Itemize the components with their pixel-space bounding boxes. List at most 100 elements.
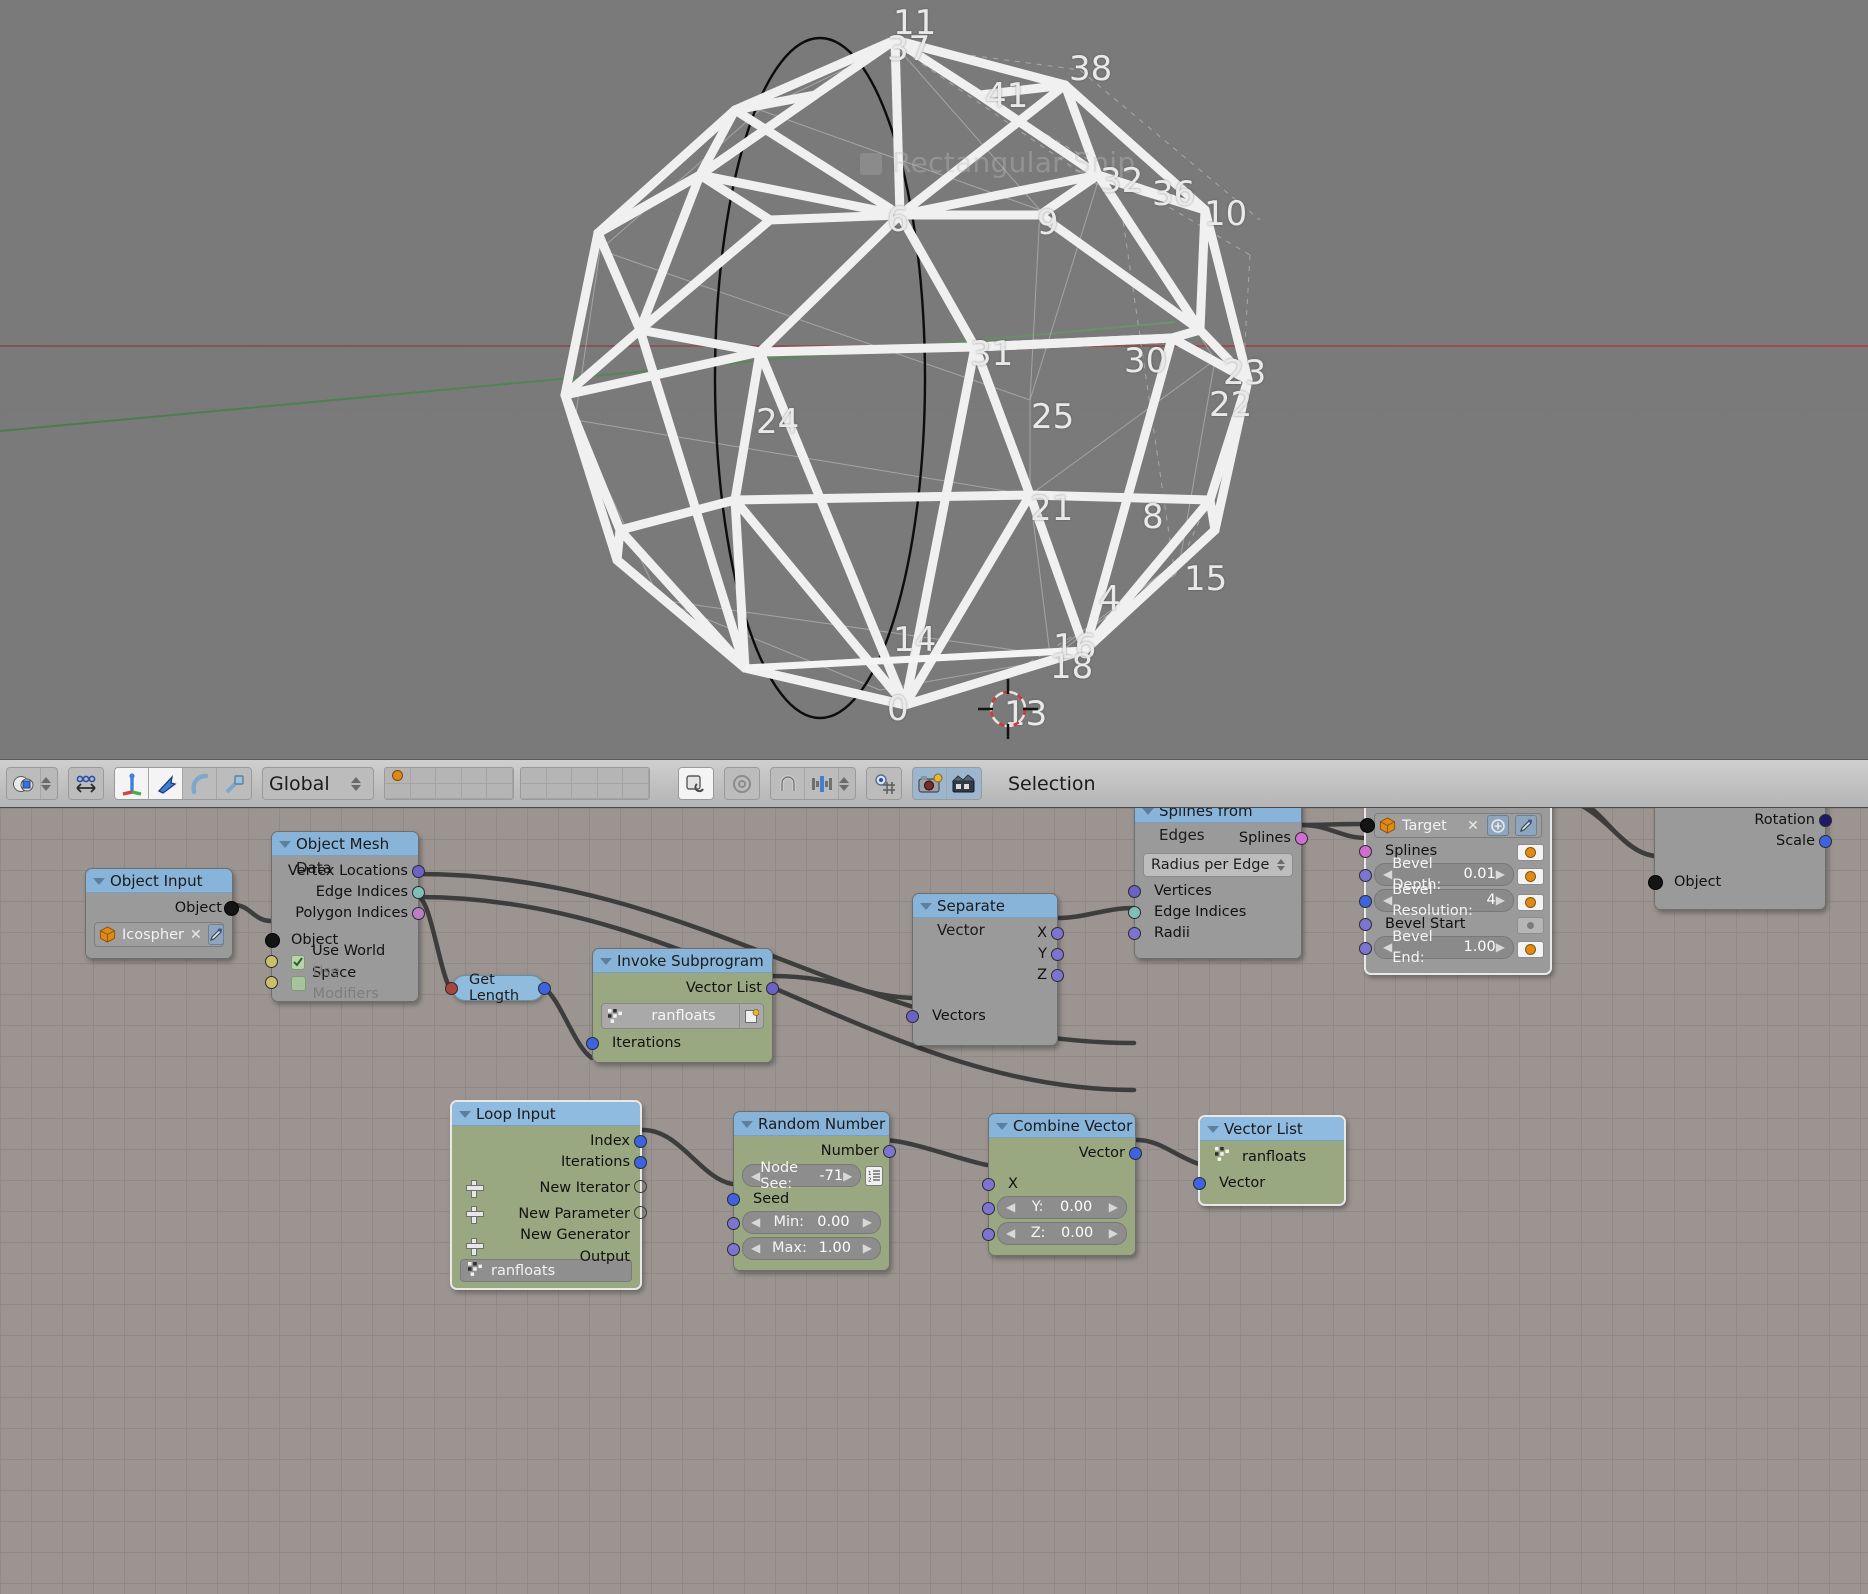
socket-vector-output[interactable] [1129,1147,1142,1160]
decrement-arrow-icon[interactable]: ◀ [1383,890,1392,911]
node-seed-row[interactable]: ◀ Node See: -71 ▶ 1 2 [742,1160,883,1192]
collapse-triangle-icon[interactable] [741,1121,753,1128]
y-field[interactable]: ◀ Y: 0.00 ▶ [997,1196,1127,1219]
plus-icon[interactable] [466,1238,484,1256]
socket-bevel-depth-input[interactable] [1359,869,1372,882]
increment-arrow-icon[interactable]: ▶ [1496,890,1505,911]
socket-index-output[interactable] [634,1135,647,1148]
target-object-field[interactable]: Target ✕ [1360,813,1542,838]
socket-object-input[interactable] [265,933,280,948]
socket-iterations-input[interactable] [586,1037,599,1050]
socket-target-input[interactable] [1360,818,1375,833]
add-object-icon[interactable] [1487,815,1509,836]
randomize-icon[interactable]: 1 2 [865,1165,883,1186]
layer-cell[interactable] [572,783,598,799]
increment-arrow-icon[interactable]: ▶ [1496,937,1505,958]
bevel-end-field[interactable]: ◀ Bevel End: 1.00 ▶ [1374,929,1514,966]
render-animation-icon[interactable] [947,768,981,799]
layer-cell[interactable] [487,768,513,784]
generator-name-row[interactable]: ranfloats [1200,1146,1344,1167]
bevel-resolution-field[interactable]: ◀ Bevel Resolution: 4 ▶ [1374,882,1514,919]
node-splines-from-edges[interactable]: Splines from Edges Splines Radius per Ed… [1128,808,1308,959]
socket-z-output[interactable] [1051,969,1064,982]
node-invoke-subprogram[interactable]: Invoke Subprogram Vector List ranfloats … [586,948,779,1063]
node-header[interactable]: Invoke Subprogram [593,949,772,973]
viewport-header-bar[interactable]: Global Selection [0,759,1868,808]
layer-cell[interactable] [385,783,411,799]
layer-cell[interactable] [385,768,411,784]
socket-use-modifiers-input[interactable] [265,976,278,989]
node-header[interactable]: Object Mesh Data [272,832,418,877]
node-header[interactable]: Loop Input [452,1102,640,1126]
radius-mode-select[interactable]: Radius per Edge [1143,853,1293,877]
socket-edge-indices-input[interactable] [1128,906,1141,919]
socket-bevel-resolution-input[interactable] [1359,895,1372,908]
checkbox-unchecked-icon[interactable] [291,975,306,991]
socket-vertex-locations-output[interactable] [412,865,425,878]
bevel-end-use-toggle[interactable] [1517,941,1544,958]
node-combine-vector[interactable]: Combine Vector Vector X ◀ Y: 0.00 ▶ ◀ Z:… [982,1113,1142,1256]
socket-rotation-output[interactable] [1819,814,1832,827]
node-header[interactable]: Separate Vector [913,894,1057,939]
socket-new-iterator-output[interactable] [634,1180,647,1193]
collapse-triangle-icon[interactable] [279,841,291,848]
socket-edge-indices-output[interactable] [412,886,425,899]
increment-arrow-icon[interactable]: ▶ [863,1238,872,1259]
layer-cell[interactable] [597,783,624,799]
snap-element-icon[interactable] [805,768,839,799]
node-header[interactable]: Random Number [734,1112,889,1136]
proportional-edit-spinner[interactable] [41,776,57,791]
socket-splines-output[interactable] [1295,832,1308,845]
decrement-arrow-icon[interactable]: ◀ [1006,1197,1015,1218]
socket-new-parameter-output[interactable] [634,1206,647,1219]
node-editor[interactable]: Object Input Object Icospher ✕ Object Me… [0,808,1868,1594]
plus-icon[interactable] [466,1180,484,1198]
socket-y-input[interactable] [982,1202,995,1215]
collapse-triangle-icon[interactable] [93,878,105,885]
decrement-arrow-icon[interactable]: ◀ [751,1169,760,1183]
eyedropper-icon[interactable] [1515,815,1537,836]
layer-cell[interactable] [597,768,624,784]
3d-viewport[interactable]: Rectangular Snip 11 37 38 41 32 36 10 6 9 31 30 23 2… [0,0,1868,759]
collapse-triangle-icon[interactable] [1207,1126,1219,1133]
increment-arrow-icon[interactable]: ▶ [1109,1223,1118,1244]
eyedropper-icon[interactable] [207,924,224,945]
decrement-arrow-icon[interactable]: ◀ [751,1212,760,1233]
select-arrow-icon[interactable] [149,768,183,799]
socket-splines-input[interactable] [1359,845,1372,858]
socket-polygon-indices-output[interactable] [412,907,425,920]
socket-x-output[interactable] [1051,927,1064,940]
snap-grid-group[interactable] [866,767,902,800]
socket-get-length-input[interactable] [445,982,458,995]
increment-arrow-icon[interactable]: ▶ [863,1212,872,1233]
snap-grid-icon[interactable] [867,768,901,799]
bevel-start-use-toggle[interactable] [1517,917,1544,934]
socket-iterations-output[interactable] [634,1156,647,1169]
select-spinner-icon[interactable] [1277,859,1285,871]
decrement-arrow-icon[interactable]: ◀ [1383,937,1392,958]
render-group[interactable] [912,767,982,800]
node-random-number[interactable]: Random Number Number ◀ Node See: -71 ▶ 1… [727,1111,896,1271]
collapse-triangle-icon[interactable] [1142,808,1154,815]
socket-use-world-space-input[interactable] [265,955,278,968]
render-camera-icon[interactable] [913,768,947,799]
socket-object-input[interactable] [1648,875,1663,890]
transform-orientation-select[interactable]: Global [262,767,374,800]
node-vector-list[interactable]: Vector List ranfloats Vector [1193,1115,1346,1206]
subprogram-selector[interactable]: ranfloats [601,1003,764,1029]
manipulator-group[interactable] [114,767,252,800]
decrement-arrow-icon[interactable]: ◀ [1006,1223,1015,1244]
increment-arrow-icon[interactable]: ▶ [1496,864,1505,885]
socket-get-length-output[interactable] [538,982,551,995]
clear-target-icon[interactable]: ✕ [1465,818,1481,834]
layer-cell[interactable] [461,768,488,784]
layer-cell[interactable] [623,768,649,784]
translate-manipulator-icon[interactable] [115,768,149,799]
node-header[interactable]: Splines from Edges [1135,808,1301,844]
node-separate-vector[interactable]: Separate Vector X Y Z Vectors [906,893,1064,1046]
node-curve-object-output[interactable]: Curve Object Output Object Target ✕ [1359,808,1552,975]
node-seed-field[interactable]: ◀ Node See: -71 ▶ [742,1160,862,1192]
proportional-falloff-icon[interactable] [69,768,103,799]
new-parameter-row[interactable]: New Parameter [452,1203,647,1225]
layer-cell[interactable] [623,783,649,799]
